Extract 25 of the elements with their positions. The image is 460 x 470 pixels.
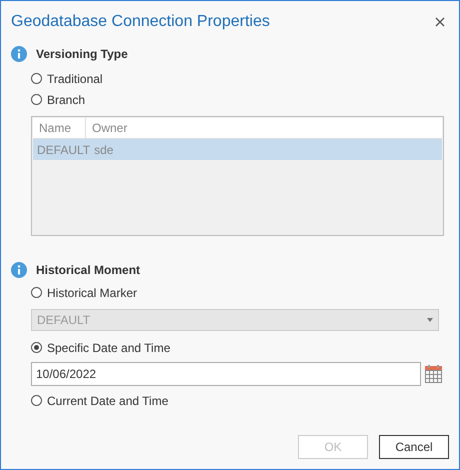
date-field[interactable]: 10/06/2022 (31, 362, 421, 386)
radio-button[interactable] (31, 94, 42, 105)
calendar-icon[interactable] (425, 365, 442, 383)
info-icon[interactable] (11, 46, 27, 62)
info-icon[interactable] (11, 262, 27, 278)
table-cell-text: DEFAULT (36, 142, 90, 156)
radio-button[interactable] (31, 73, 42, 84)
radio-button[interactable] (31, 395, 42, 406)
table-cell-text: sde (93, 142, 114, 156)
radio-option[interactable]: Current Date and Time (31, 390, 459, 411)
radio-option[interactable]: Historical Marker (31, 282, 459, 303)
radio-button[interactable] (31, 287, 42, 298)
dropdown-value: DEFAULT (37, 313, 90, 327)
window-title: Geodatabase Connection Properties (11, 13, 270, 31)
section-title: Historical Moment (36, 263, 140, 277)
close-icon[interactable] (435, 17, 445, 27)
radio-option[interactable]: Traditional (31, 68, 459, 89)
column-header[interactable]: Name (33, 118, 86, 138)
dropdown-arrow-icon (427, 318, 433, 322)
radio-option[interactable]: Branch (31, 89, 459, 110)
radio-option[interactable]: Specific Date and Time (31, 337, 459, 358)
section-title: Versioning Type (36, 47, 128, 61)
radio-button[interactable] (31, 342, 42, 353)
column-header[interactable]: Owner (86, 118, 134, 138)
dialog-button[interactable]: Cancel (379, 435, 449, 459)
